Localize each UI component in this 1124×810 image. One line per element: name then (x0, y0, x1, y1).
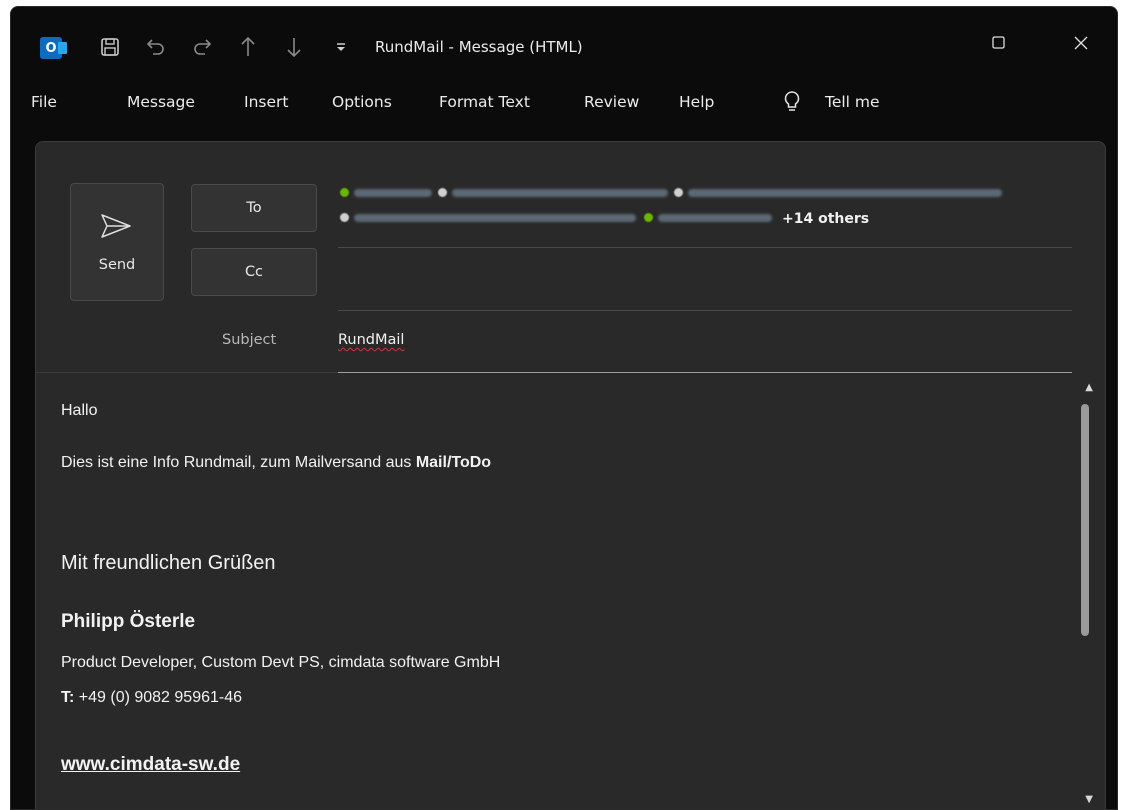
signature-role: Product Developer, Custom Devt PS, cimda… (61, 654, 501, 671)
lightbulb-icon[interactable] (782, 90, 802, 114)
menu-review[interactable]: Review (584, 93, 639, 111)
presence-available-icon (644, 213, 653, 222)
outlook-message-window: O RundMail - Message (HTML) File Message… (10, 6, 1118, 810)
send-label: Send (98, 257, 136, 273)
recipient-chip[interactable] (452, 189, 668, 197)
body-intro: Dies ist eine Info Rundmail, zum Mailver… (61, 454, 491, 472)
menu-options[interactable]: Options (332, 93, 392, 111)
compose-pane: Send To Cc +14 others Subject RundMail H… (35, 141, 1106, 809)
app-icon-letter: O (45, 40, 57, 56)
send-button[interactable]: Send (70, 183, 164, 301)
presence-unknown-icon (340, 213, 349, 222)
to-recipients-field[interactable]: +14 others (338, 186, 1070, 242)
maximize-icon[interactable] (991, 35, 1007, 56)
header-divider (36, 372, 338, 373)
title-bar: O RundMail - Message (HTML) (11, 7, 1117, 85)
presence-available-icon (340, 188, 349, 197)
send-icon (101, 214, 131, 238)
quick-access-dropdown-icon[interactable] (331, 35, 351, 59)
signature-phone-label: T: (61, 689, 75, 706)
cc-field-underline (338, 310, 1072, 311)
recipient-chip[interactable] (354, 214, 636, 222)
menu-message[interactable]: Message (127, 93, 195, 111)
subject-field-underline (338, 372, 1072, 373)
menu-file[interactable]: File (31, 93, 57, 111)
window-title: RundMail - Message (HTML) (375, 38, 583, 56)
up-arrow-icon[interactable] (237, 35, 259, 59)
menu-format-text[interactable]: Format Text (439, 93, 530, 111)
scroll-down-arrow-icon[interactable]: ▼ (1085, 794, 1093, 805)
recipient-chip[interactable] (658, 214, 772, 222)
more-recipients-link[interactable]: +14 others (782, 211, 869, 227)
cc-input[interactable] (338, 256, 1072, 306)
subject-input[interactable]: RundMail (338, 332, 404, 348)
outlook-app-icon: O (40, 37, 67, 59)
to-field-underline (338, 247, 1072, 248)
to-button[interactable]: To (191, 184, 317, 232)
recipient-chip[interactable] (688, 189, 1002, 197)
body-intro-text: Dies ist eine Info Rundmail, zum Mailver… (61, 454, 416, 471)
tell-me-search[interactable]: Tell me (825, 93, 880, 111)
menu-insert[interactable]: Insert (244, 93, 288, 111)
signature-phone-number: +49 (0) 9082 95961-46 (74, 689, 243, 706)
vertical-scrollbar-thumb[interactable] (1081, 404, 1089, 636)
scroll-up-arrow-icon[interactable]: ▲ (1085, 382, 1093, 393)
presence-unknown-icon (674, 188, 683, 197)
redo-icon[interactable] (189, 35, 215, 59)
cc-button[interactable]: Cc (191, 248, 317, 296)
signature-name: Philipp Österle (61, 611, 196, 632)
undo-icon[interactable] (143, 35, 169, 59)
body-closing: Mit freundlichen Grüßen (61, 552, 276, 574)
presence-unknown-icon (438, 188, 447, 197)
body-greeting: Hallo (61, 402, 98, 419)
close-icon[interactable] (1073, 35, 1089, 56)
menu-help[interactable]: Help (679, 93, 714, 111)
signature-phone: T: +49 (0) 9082 95961-46 (61, 689, 242, 707)
subject-label: Subject (222, 332, 277, 348)
recipient-chip[interactable] (354, 189, 432, 197)
down-arrow-icon[interactable] (283, 35, 305, 59)
recipient-list: +14 others (338, 186, 1070, 230)
body-intro-bold: Mail/ToDo (415, 454, 492, 471)
signature-website-link[interactable]: www.cimdata-sw.de (61, 754, 240, 776)
ribbon-menu-bar: File Message Insert Options Format Text … (11, 90, 1117, 121)
save-icon[interactable] (97, 35, 123, 59)
